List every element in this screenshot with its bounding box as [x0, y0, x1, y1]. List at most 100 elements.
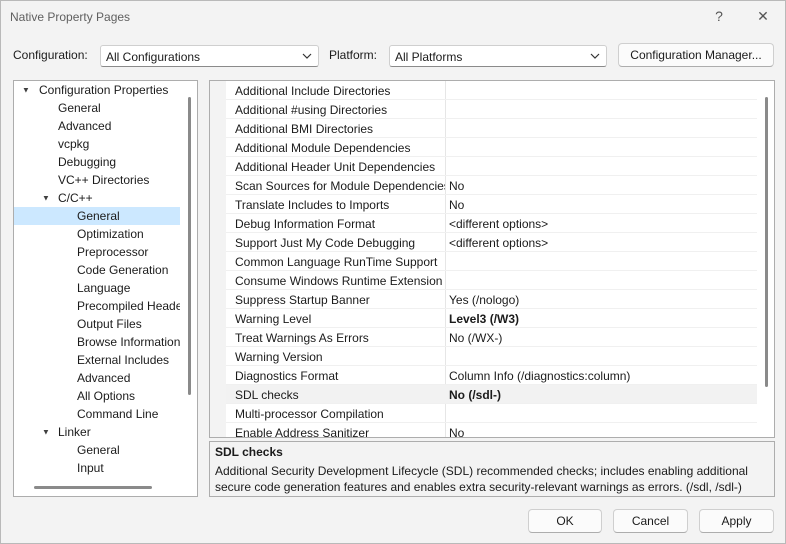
configuration-manager-button[interactable]: Configuration Manager...: [618, 43, 774, 67]
property-name: Warning Version: [235, 350, 323, 364]
tree-item-label: All Options: [77, 389, 136, 403]
property-value[interactable]: No (/WX-): [449, 331, 502, 345]
property-row[interactable]: Consume Windows Runtime Extension: [226, 271, 757, 290]
property-value[interactable]: <different options>: [449, 217, 548, 231]
tree-item-language[interactable]: Language: [14, 279, 180, 297]
property-name: Suppress Startup Banner: [235, 293, 370, 307]
tree-item-debugging[interactable]: Debugging: [14, 153, 180, 171]
tree-item-output-files[interactable]: Output Files: [14, 315, 180, 333]
property-row[interactable]: Additional BMI Directories: [226, 119, 757, 138]
ok-button[interactable]: OK: [528, 509, 602, 533]
tree-item-optimization[interactable]: Optimization: [14, 225, 180, 243]
tree-item-label: Linker: [58, 425, 91, 439]
collapse-arrow-icon[interactable]: ▲: [42, 189, 50, 207]
tree-item-linker-input[interactable]: Input: [14, 459, 180, 477]
tree-item-label: Output Files: [77, 317, 142, 331]
tree-item-external-includes[interactable]: External Includes: [14, 351, 180, 369]
collapse-arrow-icon[interactable]: ▲: [42, 423, 50, 441]
property-row[interactable]: Additional Header Unit Dependencies: [226, 157, 757, 176]
tree-vertical-scrollbar[interactable]: [188, 97, 191, 395]
tree-item-label: VC++ Directories: [58, 173, 150, 187]
property-row[interactable]: Suppress Startup Banner Yes (/nologo): [226, 290, 757, 309]
tree-item-label: Preprocessor: [77, 245, 149, 259]
property-row[interactable]: Additional Module Dependencies: [226, 138, 757, 157]
property-row[interactable]: Warning Level Level3 (/W3): [226, 309, 757, 328]
tree-item-precompiled-headers[interactable]: Precompiled Heade: [14, 297, 180, 315]
apply-button[interactable]: Apply: [699, 509, 774, 533]
tree-item-label: vcpkg: [58, 137, 90, 151]
tree-item-label: Configuration Properties: [39, 83, 169, 97]
tree-item-advanced[interactable]: Advanced: [14, 117, 180, 135]
platform-dropdown[interactable]: All Platforms: [389, 45, 607, 67]
property-row[interactable]: Additional #using Directories: [226, 100, 757, 119]
property-name: Multi-processor Compilation: [235, 407, 384, 421]
property-name: Consume Windows Runtime Extension: [235, 274, 443, 288]
tree-item-configuration-properties[interactable]: ▲ Configuration Properties: [14, 81, 180, 99]
configuration-dropdown[interactable]: All Configurations: [100, 45, 319, 67]
collapse-arrow-icon[interactable]: ▲: [22, 81, 30, 99]
property-name: Translate Includes to Imports: [235, 198, 390, 212]
tree-item-browse-information[interactable]: Browse Information: [14, 333, 180, 351]
chevron-down-icon: [302, 53, 312, 59]
description-title: SDL checks: [215, 445, 283, 459]
property-value[interactable]: No (/sdl-): [449, 388, 501, 402]
tree-item-linker[interactable]: ▲ Linker: [14, 423, 180, 441]
property-row[interactable]: Scan Sources for Module Dependencies No: [226, 176, 757, 195]
property-value[interactable]: No: [449, 198, 464, 212]
property-name: SDL checks: [235, 388, 299, 402]
tree-item-label: Language: [77, 281, 131, 295]
property-value[interactable]: <different options>: [449, 236, 548, 250]
tree-horizontal-scrollbar[interactable]: [34, 486, 152, 489]
grid-vertical-scrollbar[interactable]: [765, 97, 768, 387]
property-value[interactable]: No: [449, 426, 464, 437]
tree-item-general[interactable]: General: [14, 99, 180, 117]
window-title: Native Property Pages: [10, 10, 131, 24]
tree-item-cpp-advanced[interactable]: Advanced: [14, 369, 180, 387]
property-name: Additional Header Unit Dependencies: [235, 160, 436, 174]
tree-item-c-cpp[interactable]: ▲ C/C++: [14, 189, 180, 207]
tree-item-label: Optimization: [77, 227, 144, 241]
tree-item-command-line[interactable]: Command Line: [14, 405, 180, 423]
property-row[interactable]: Warning Version: [226, 347, 757, 366]
property-name: Additional BMI Directories: [235, 122, 374, 136]
property-value[interactable]: Level3 (/W3): [449, 312, 519, 326]
tree-item-label: Input: [77, 461, 104, 475]
property-value[interactable]: Yes (/nologo): [449, 293, 519, 307]
tree-item-label: Code Generation: [77, 263, 169, 277]
configuration-row: Configuration: All Configurations Platfo…: [1, 43, 785, 69]
property-row[interactable]: Additional Include Directories: [226, 81, 757, 100]
title-bar: Native Property Pages ? ✕: [1, 1, 785, 33]
help-button[interactable]: ?: [705, 5, 733, 27]
property-row[interactable]: Debug Information Format <different opti…: [226, 214, 757, 233]
property-name: Scan Sources for Module Dependencies: [235, 179, 445, 193]
property-row[interactable]: Multi-processor Compilation: [226, 404, 757, 423]
tree-item-all-options[interactable]: All Options: [14, 387, 180, 405]
tree-item-label: Advanced: [58, 119, 112, 133]
property-value[interactable]: Column Info (/diagnostics:column): [449, 369, 630, 383]
tree-item-vcpkg[interactable]: vcpkg: [14, 135, 180, 153]
property-tree: ▲ Configuration Properties General Advan…: [13, 80, 198, 497]
property-row-selected[interactable]: SDL checks No (/sdl-): [226, 385, 757, 404]
tree-item-code-generation[interactable]: Code Generation: [14, 261, 180, 279]
property-name: Treat Warnings As Errors: [235, 331, 369, 345]
tree-item-cpp-general[interactable]: General: [14, 207, 180, 225]
property-name: Support Just My Code Debugging: [235, 236, 416, 250]
property-row[interactable]: Support Just My Code Debugging <differen…: [226, 233, 757, 252]
property-name: Additional Module Dependencies: [235, 141, 411, 155]
tree-item-label: Precompiled Heade: [77, 299, 180, 313]
configuration-value: All Configurations: [106, 50, 201, 64]
property-row[interactable]: Common Language RunTime Support: [226, 252, 757, 271]
property-value[interactable]: No: [449, 179, 464, 193]
configuration-label: Configuration:: [13, 48, 88, 62]
property-row[interactable]: Diagnostics Format Column Info (/diagnos…: [226, 366, 757, 385]
property-row[interactable]: Treat Warnings As Errors No (/WX-): [226, 328, 757, 347]
tree-item-linker-general[interactable]: General: [14, 441, 180, 459]
tree-item-vc-directories[interactable]: VC++ Directories: [14, 171, 180, 189]
property-row[interactable]: Enable Address Sanitizer No: [226, 423, 757, 437]
close-button[interactable]: ✕: [749, 5, 777, 27]
tree-item-preprocessor[interactable]: Preprocessor: [14, 243, 180, 261]
tree-item-label: Browse Information: [77, 335, 180, 349]
tree-item-label: C/C++: [58, 191, 93, 205]
cancel-button[interactable]: Cancel: [613, 509, 688, 533]
property-row[interactable]: Translate Includes to Imports No: [226, 195, 757, 214]
